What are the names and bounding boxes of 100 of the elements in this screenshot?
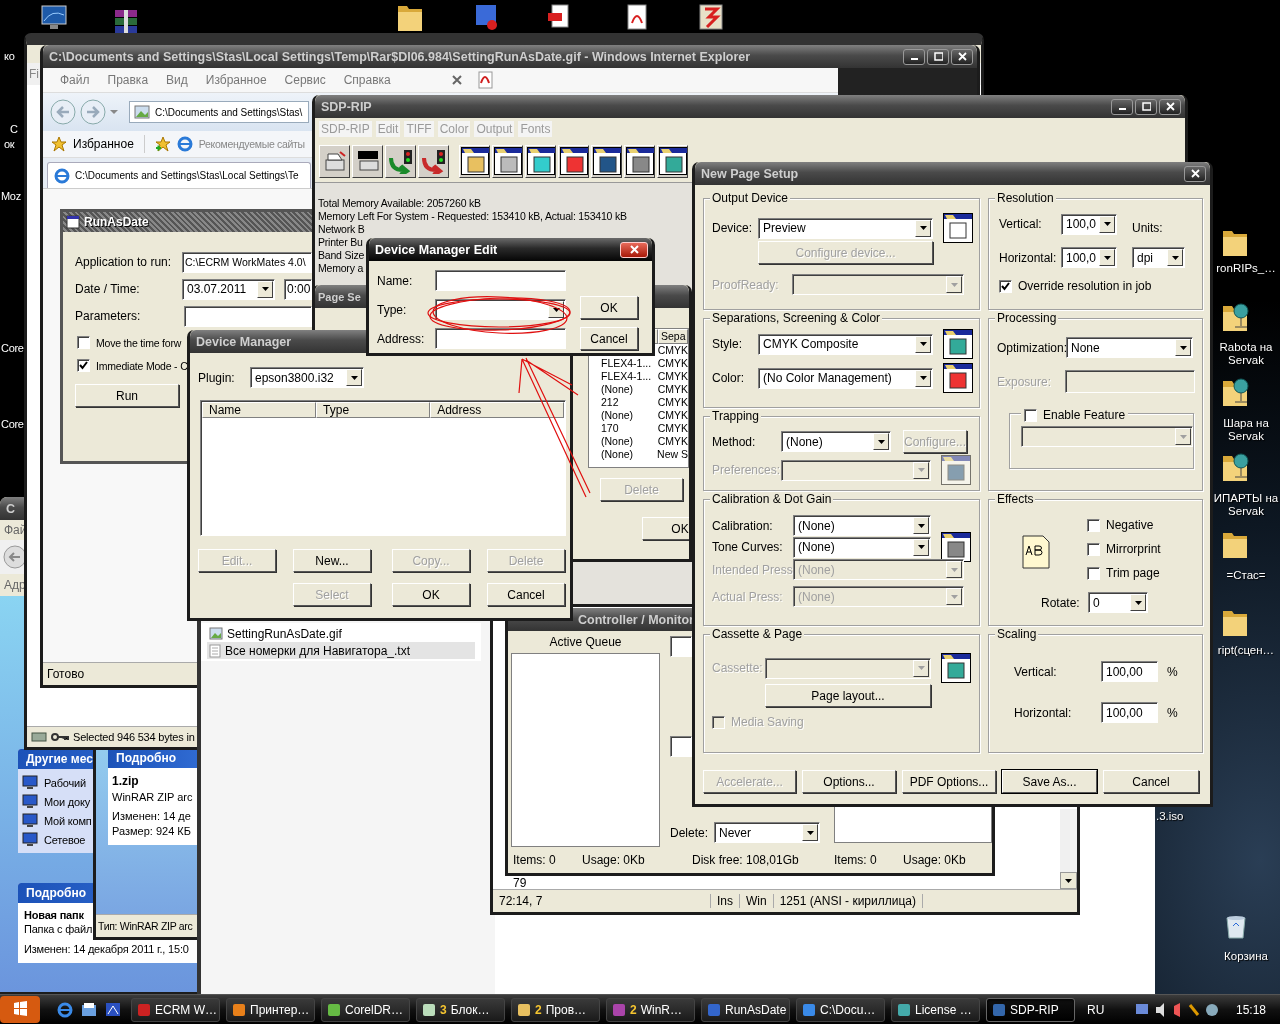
pdf-icon[interactable] [475,71,494,89]
taskbar-button[interactable]: CorelDR… [321,997,410,1022]
desktop-icon-label[interactable]: Core [1,342,24,354]
desktop-icon-label[interactable]: =Стас= [1213,569,1279,582]
menu-item[interactable]: Вид [157,73,197,87]
monitor-icon[interactable] [40,3,68,31]
desktop-icon-label[interactable]: ко [4,50,15,62]
toolbar-button[interactable] [492,144,523,178]
toolbar-button[interactable] [418,144,449,178]
button[interactable]: OK [392,583,470,606]
toolbar-button[interactable] [319,144,350,178]
favorites-button[interactable]: Избранное [73,137,134,151]
taskbar-button[interactable]: 3 Блок… [416,997,505,1022]
toolbar-button[interactable] [525,144,556,178]
minimize-button[interactable] [903,48,925,65]
button[interactable]: Page layout... [765,684,931,707]
books-icon[interactable] [112,8,140,36]
list-row[interactable]: Все номерки для Навигатора_.txt [207,642,475,659]
network-folder-icon[interactable] [1221,303,1249,331]
taskbar-button[interactable]: Принтер… [226,997,315,1022]
input-field[interactable] [669,736,692,757]
taskbar-button[interactable]: ECRM W… [131,997,220,1022]
dropdown[interactable]: dpi [1132,247,1185,268]
maximize-button[interactable] [1135,98,1157,115]
close-button[interactable] [1159,98,1181,115]
language-indicator[interactable]: RU [1087,1002,1105,1017]
folder-icon[interactable] [1221,608,1249,636]
caret-icon[interactable] [109,108,121,116]
toolbar-button[interactable] [657,144,688,178]
toolbar-button[interactable] [459,144,490,178]
task-link[interactable]: Рабочий [44,776,86,789]
desktop-icon-label[interactable]: ок [4,138,15,150]
button[interactable]: OK [580,296,638,319]
desktop-icon-label[interactable]: Moz [1,190,21,202]
checkbox[interactable] [77,359,90,372]
checkbox-label[interactable]: Trim page [1106,566,1160,580]
dropdown[interactable]: CMYK Composite [758,333,933,355]
task-link[interactable]: Мои доку [44,795,90,808]
checkbox[interactable] [1087,566,1100,580]
network-folder-icon[interactable] [1221,453,1249,481]
input-field[interactable] [669,636,692,657]
folder-icon[interactable] [80,1000,98,1019]
dropdown[interactable]: Preview [758,217,933,239]
close-button[interactable] [1184,165,1206,182]
desktop-icon-label[interactable]: Rabota на Servak [1213,341,1279,367]
input-field[interactable]: 0:00 [284,278,312,300]
menu-item[interactable]: Сервис [275,73,335,87]
folder-icon[interactable] [396,3,424,31]
desktop-icon-label[interactable]: Core [1,418,24,430]
close-button[interactable] [951,48,973,65]
maximize-button[interactable] [927,48,949,65]
input-field[interactable] [435,270,566,291]
task-link[interactable]: Сетевое [44,833,86,846]
input-field[interactable]: 100,00 [1101,661,1158,682]
desktop-icon-label[interactable]: ИПАРТЫ на Servak [1213,492,1279,518]
desktop-icon-label[interactable]: ript(сцен… [1213,644,1279,657]
button[interactable]: Cancel [1103,770,1199,793]
input-field[interactable]: C:\ECRM WorkMates 4.0\ [182,251,312,273]
toolbar-button[interactable] [624,144,655,178]
button[interactable]: Cancel [487,583,565,606]
toolbar-button[interactable] [558,144,589,178]
checkbox[interactable] [1024,408,1037,422]
list-row[interactable]: SettingRunAsDate.gif [207,625,475,642]
taskbar-button[interactable]: SDP-RIP [986,997,1075,1022]
button[interactable]: New... [293,549,371,572]
start-button[interactable] [0,996,40,1023]
desktop-icon-label[interactable]: Шара на Servak [1213,417,1279,443]
menu-item[interactable]: Файл [51,73,99,87]
checkbox[interactable] [999,279,1012,293]
button[interactable]: Run [75,384,179,407]
date-picker[interactable]: 03.07.2011 [182,278,275,300]
desktop-icon[interactable] [104,1000,122,1019]
button[interactable]: Options... [802,770,896,793]
button[interactable]: OK [642,517,689,540]
checkbox-label[interactable]: Move the time forw [96,336,182,349]
dropdown[interactable]: Never [714,822,820,843]
tab[interactable]: C:\Documents and Settings\Stas\Local Settings\Te [47,162,311,188]
task-link[interactable]: Мой комп [44,814,92,827]
close-icon[interactable] [451,75,462,85]
checkbox-label[interactable]: Mirrorprint [1106,542,1161,556]
toolbar-button[interactable] [385,144,416,178]
button[interactable]: PDF Options... [902,770,996,793]
taskbar-button[interactable]: 2 WinR… [606,997,695,1022]
checkbox[interactable] [1087,518,1100,532]
desktop-icon-label[interactable]: С [10,123,18,135]
taskbar-button[interactable]: C:\Docu… [796,997,885,1022]
dropdown[interactable]: 100,0 [1061,213,1117,235]
minimize-button[interactable] [1111,98,1133,115]
add-favorite-icon[interactable] [154,136,171,152]
taskbar-button[interactable]: 2 Пров… [511,997,600,1022]
dropdown[interactable]: epson3800.i32 [250,367,364,388]
input-field[interactable]: 100,00 [1101,702,1158,723]
menu-item[interactable]: Избранное [196,73,276,87]
input-field[interactable] [184,305,312,327]
dropdown[interactable]: (None) [793,515,931,536]
app-icon[interactable] [697,3,725,31]
dropdown[interactable]: (No Color Management) [758,367,933,389]
scrollbar[interactable] [1060,809,1077,889]
dropdown[interactable]: (None) [781,431,891,452]
dropdown[interactable]: 0 [1088,592,1148,613]
